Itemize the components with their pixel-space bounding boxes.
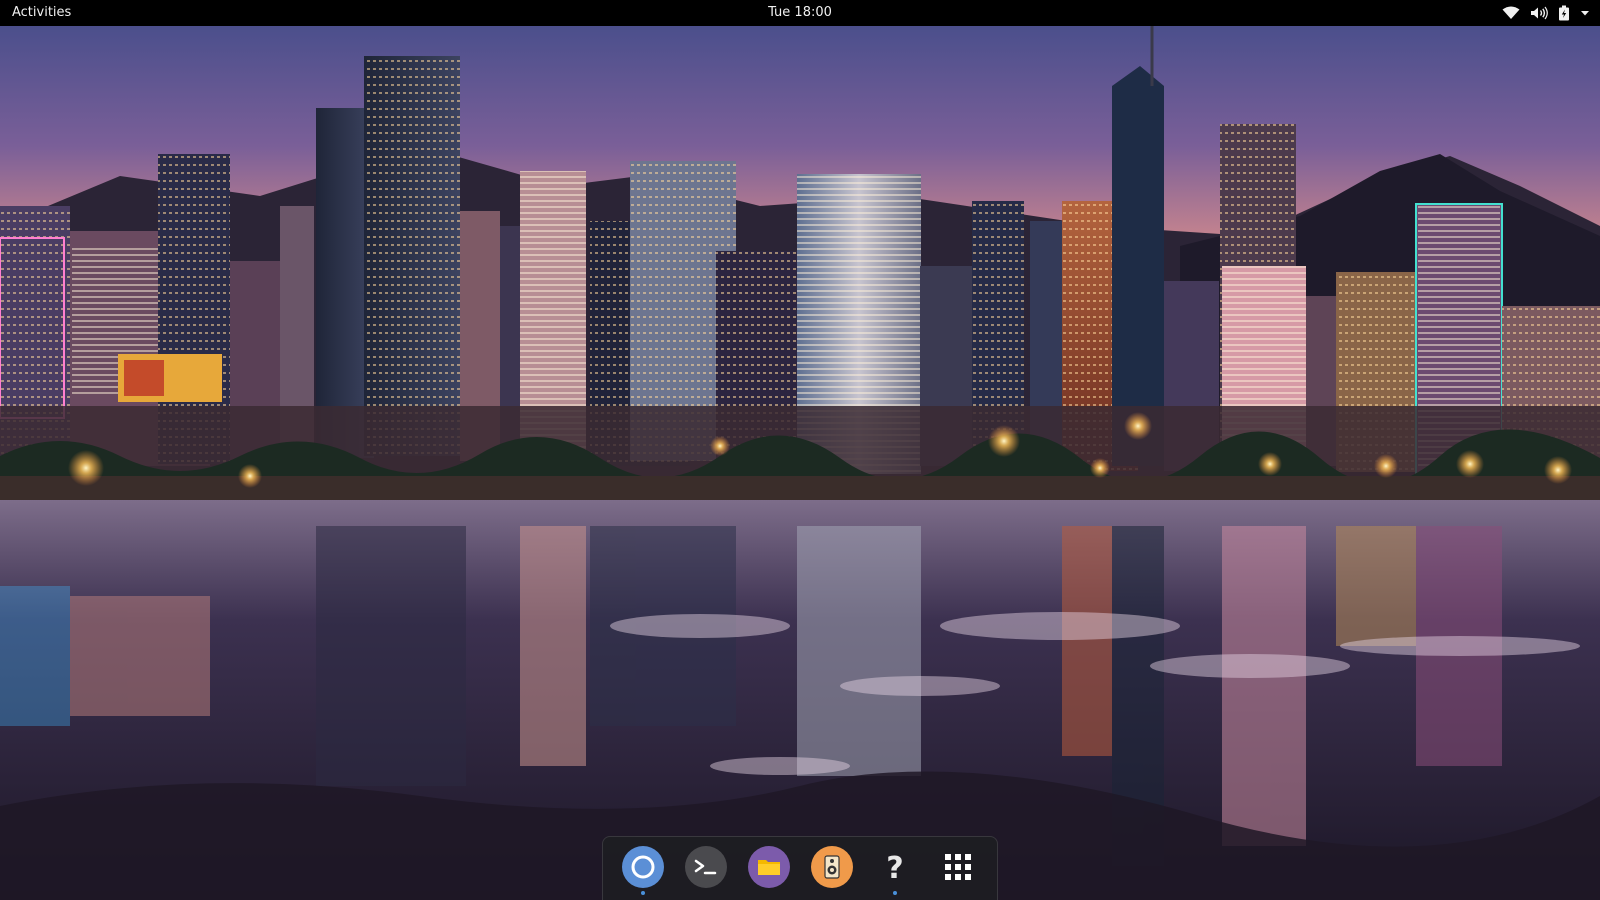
wallpaper xyxy=(0,26,1600,900)
terminal-icon xyxy=(684,845,728,893)
volume-icon xyxy=(1530,6,1548,20)
system-tray[interactable] xyxy=(1502,0,1590,26)
folder-icon xyxy=(747,845,791,893)
running-indicator xyxy=(640,890,645,895)
clock-button[interactable]: Tue 18:00 xyxy=(768,5,832,20)
top-bar: Activities Tue 18:00 xyxy=(0,0,1600,26)
battery-icon xyxy=(1558,5,1570,21)
running-indicator xyxy=(892,890,897,895)
dock-item-help[interactable]: ? xyxy=(870,843,920,895)
wifi-icon xyxy=(1502,6,1520,20)
app-grid-icon xyxy=(936,845,980,893)
dock-item-files[interactable] xyxy=(744,843,794,895)
dropdown-arrow-icon xyxy=(1580,9,1590,17)
dock-item-rhythmbox[interactable] xyxy=(807,843,857,895)
browser-icon xyxy=(621,845,665,893)
show-applications-button[interactable] xyxy=(933,843,983,895)
activities-button[interactable]: Activities xyxy=(12,0,71,26)
speaker-icon xyxy=(810,845,854,893)
desktop[interactable] xyxy=(0,26,1600,900)
dock-item-browser[interactable] xyxy=(618,843,668,895)
help-glyph: ? xyxy=(886,851,903,886)
clock-container: Tue 18:00 xyxy=(0,0,1600,26)
dash-dock: ? xyxy=(602,836,998,900)
dock-item-terminal[interactable] xyxy=(681,843,731,895)
help-icon: ? xyxy=(873,845,917,893)
